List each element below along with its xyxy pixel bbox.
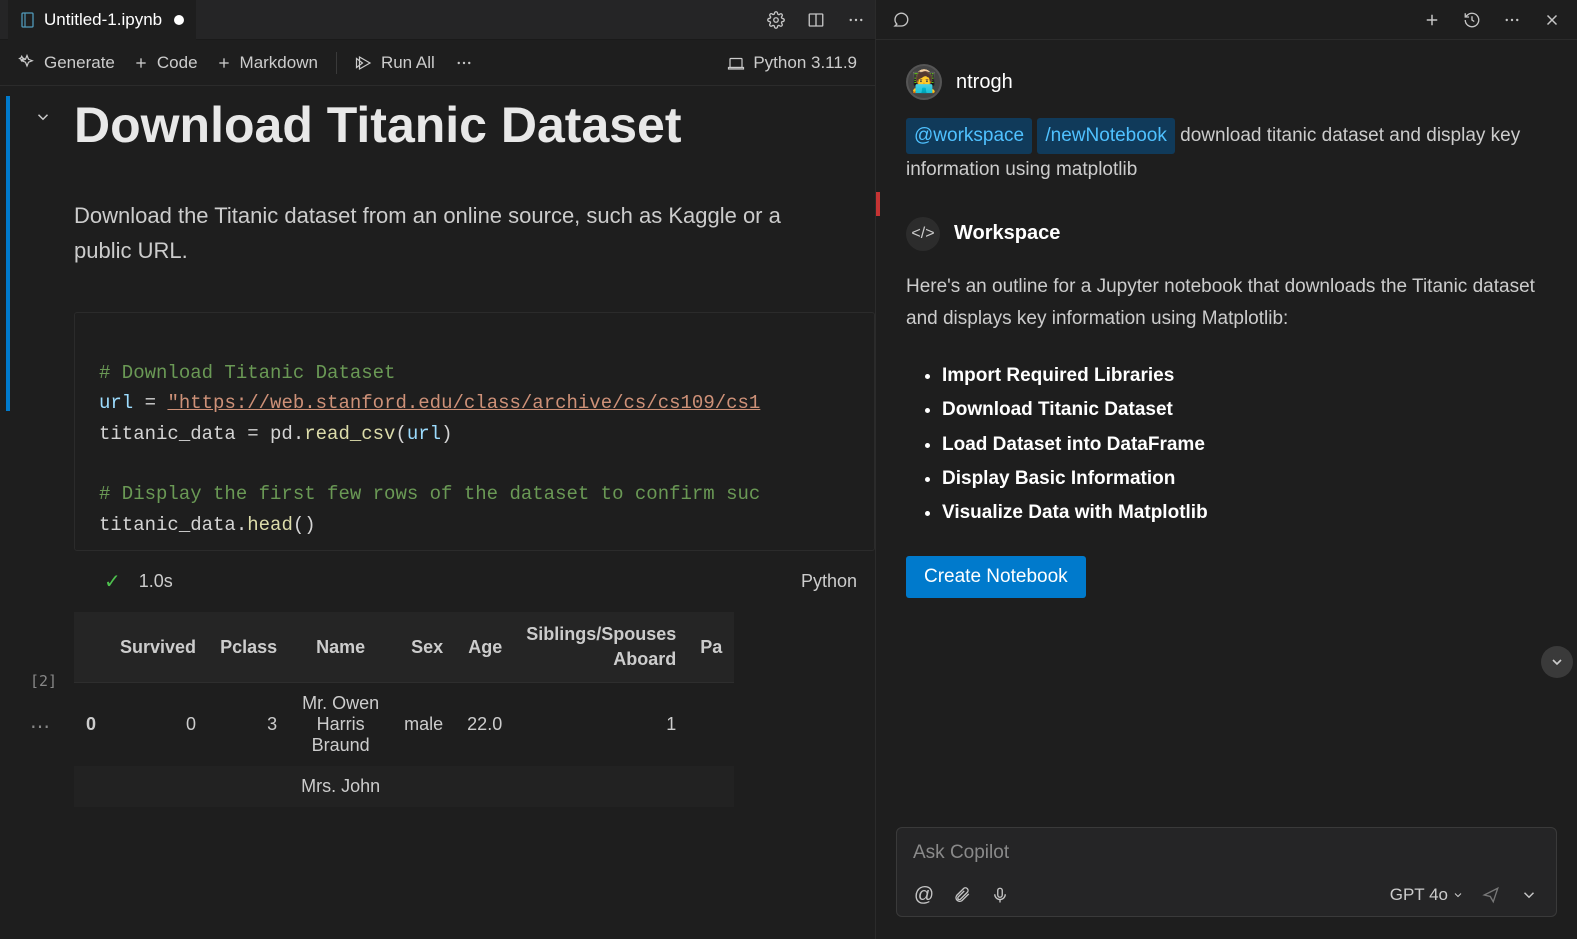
chat-header: [876, 0, 1577, 40]
table-row: Mrs. John: [74, 766, 734, 807]
toolbar-more-icon[interactable]: [453, 52, 475, 74]
generate-button[interactable]: Generate: [18, 53, 115, 73]
add-code-button[interactable]: Code: [133, 53, 198, 73]
collapse-icon[interactable]: [34, 108, 52, 131]
kernel-selector[interactable]: Python 3.11.9: [727, 53, 857, 73]
exec-count-label: [2]: [30, 672, 57, 690]
success-check-icon: ✓: [104, 569, 121, 594]
list-item: Visualize Data with Matplotlib: [942, 496, 1547, 530]
list-item: Load Dataset into DataFrame: [942, 428, 1547, 462]
history-icon[interactable]: [1461, 9, 1483, 31]
workspace-label: Workspace: [954, 222, 1060, 245]
tab-dirty-indicator: [174, 15, 184, 25]
accent-bar: [876, 192, 880, 216]
list-item: Import Required Libraries: [942, 359, 1547, 393]
new-chat-icon[interactable]: [1421, 9, 1443, 31]
markdown-paragraph: Download the Titanic dataset from an onl…: [74, 198, 814, 268]
cell-more-icon[interactable]: ⋯: [30, 714, 52, 739]
send-dropdown-icon[interactable]: [1518, 884, 1540, 906]
workspace-icon: </>: [906, 217, 940, 251]
send-icon[interactable]: [1480, 884, 1502, 906]
create-notebook-button[interactable]: Create Notebook: [906, 556, 1086, 598]
add-markdown-button[interactable]: Markdown: [216, 53, 318, 73]
notebook-toolbar: Generate Code Markdown Run All Python 3.…: [0, 40, 875, 86]
split-editor-icon[interactable]: [805, 9, 827, 31]
output-table: Survived Pclass Name Sex Age Siblings/Sp…: [74, 612, 854, 807]
toolbar-divider: [336, 52, 337, 74]
notebook-icon: [20, 12, 36, 28]
workspace-text: Here's an outline for a Jupyter notebook…: [906, 271, 1547, 336]
cell-language: Python: [801, 571, 857, 592]
run-all-button[interactable]: Run All: [355, 53, 435, 73]
close-chat-icon[interactable]: [1541, 9, 1563, 31]
newnotebook-chip[interactable]: /newNotebook: [1037, 118, 1174, 154]
notebook-body: [2] ⋯ Download Titanic Dataset Download …: [0, 86, 875, 939]
workspace-chip[interactable]: @workspace: [906, 118, 1032, 154]
exec-time: 1.0s: [139, 571, 173, 592]
attach-icon[interactable]: [951, 884, 973, 906]
more-icon[interactable]: [845, 9, 867, 31]
scroll-down-button[interactable]: [1541, 646, 1573, 678]
tab-bar: Untitled-1.ipynb: [0, 0, 875, 40]
list-item: Download Titanic Dataset: [942, 393, 1547, 427]
chat-icon[interactable]: [890, 9, 912, 31]
username: ntrogh: [956, 71, 1013, 94]
user-message: @workspace /newNotebook download titanic…: [906, 118, 1547, 187]
table-header-row: Survived Pclass Name Sex Age Siblings/Sp…: [74, 612, 734, 683]
tab-title: Untitled-1.ipynb: [44, 10, 162, 30]
markdown-heading: Download Titanic Dataset: [74, 96, 875, 154]
mic-icon[interactable]: [989, 884, 1011, 906]
chat-placeholder: Ask Copilot: [913, 842, 1540, 864]
list-item: Display Basic Information: [942, 462, 1547, 496]
code-cell[interactable]: # Download Titanic Dataset url = "https:…: [74, 312, 875, 551]
settings-icon[interactable]: [765, 9, 787, 31]
model-selector[interactable]: GPT 4o: [1390, 885, 1464, 905]
table-row: 0 0 3 Mr. Owen Harris Braund male 22.0 1: [74, 683, 734, 767]
cell-status-bar: ✓ 1.0s Python: [74, 563, 875, 600]
tab-untitled[interactable]: Untitled-1.ipynb: [8, 0, 196, 40]
chat-more-icon[interactable]: [1501, 9, 1523, 31]
user-avatar: 🧑‍💻: [906, 64, 942, 100]
outline-list: Import Required Libraries Download Titan…: [906, 359, 1547, 530]
mention-icon[interactable]: @: [913, 884, 935, 906]
chat-input[interactable]: Ask Copilot @ GPT 4o: [896, 827, 1557, 917]
